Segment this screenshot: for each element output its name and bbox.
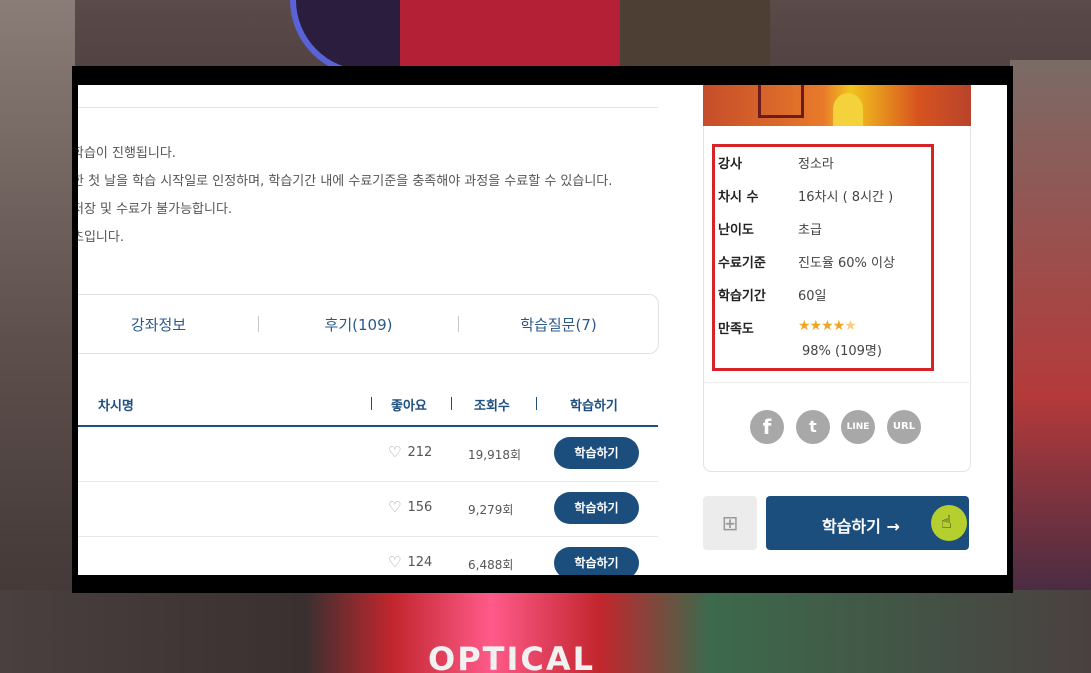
background-neon-sign xyxy=(1010,60,1091,620)
info-label: 만족도 xyxy=(718,322,754,337)
thumbnail-art xyxy=(833,93,863,126)
column-header-likes: 좋아요 xyxy=(391,399,427,414)
study-button[interactable]: 학습하기 xyxy=(554,547,639,575)
info-label: 차시 수 xyxy=(718,190,759,205)
course-thumbnail xyxy=(703,85,971,126)
column-divider xyxy=(451,397,452,410)
start-learning-button[interactable]: 학습하기 → ☝ xyxy=(766,496,969,550)
url-copy-icon[interactable]: URL xyxy=(887,410,921,444)
like-count[interactable]: ♡ 212 xyxy=(388,443,433,461)
notice-line: 츠입니다. xyxy=(78,230,124,245)
study-button[interactable]: 학습하기 xyxy=(554,492,639,524)
like-value: 124 xyxy=(407,555,433,570)
info-label: 난이도 xyxy=(718,223,754,238)
table-row: ♡ 124 6,488회 학습하기 xyxy=(78,537,658,575)
tab-questions[interactable]: 학습질문(7) xyxy=(459,314,658,335)
background-optical-sign: OPTICAL xyxy=(428,640,596,673)
info-value: 16차시 ( 8시간 ) xyxy=(798,190,894,205)
study-button[interactable]: 학습하기 xyxy=(554,437,639,469)
view-count: 6,488회 xyxy=(468,558,514,572)
tab-course-info[interactable]: 강좌정보 xyxy=(78,314,258,335)
column-divider xyxy=(371,397,372,410)
info-value: 진도율 60% 이상 xyxy=(798,256,895,271)
view-count: 9,279회 xyxy=(468,503,514,517)
view-count: 19,918회 xyxy=(468,448,522,462)
info-label: 수료기준 xyxy=(718,256,766,271)
background-wall xyxy=(0,0,75,673)
info-value: 초급 xyxy=(798,223,822,238)
mouse-cursor-highlight: ☝ xyxy=(931,505,967,541)
notice-line: 저장 및 수료가 불가능합니다. xyxy=(78,202,233,217)
info-label: 강사 xyxy=(718,157,742,172)
like-value: 156 xyxy=(407,500,433,515)
column-header-views: 조회수 xyxy=(474,399,510,414)
notice-line: 학습이 진행됩니다. xyxy=(78,146,176,161)
info-value: 60일 xyxy=(798,289,827,304)
divider xyxy=(704,382,969,383)
hand-cursor-icon: ☝ xyxy=(941,512,952,533)
heart-icon: ♡ xyxy=(388,443,402,461)
star-rating-icon: ★★★★★ xyxy=(798,318,857,334)
info-label: 학습기간 xyxy=(718,289,766,304)
start-learning-label: 학습하기 → xyxy=(822,517,900,536)
table-row: ♡ 212 19,918회 학습하기 xyxy=(78,427,658,482)
bookmark-add-button[interactable]: ⊞ xyxy=(703,496,757,550)
like-value: 212 xyxy=(407,445,433,460)
course-tabs: 강좌정보 후기(109) 학습질문(7) xyxy=(78,294,659,354)
divider xyxy=(78,107,658,108)
line-share-icon[interactable]: LINE xyxy=(841,410,875,444)
thumbnail-art xyxy=(758,85,804,118)
course-page: 학습이 진행됩니다. 한 첫 날을 학습 시작일로 인정하며, 학습기간 내에 … xyxy=(78,85,1007,575)
lesson-table-header: 차시명 좋아요 조회수 학습하기 xyxy=(78,385,658,427)
bookmark-plus-icon: ⊞ xyxy=(721,511,739,535)
facebook-share-icon[interactable]: f xyxy=(750,410,784,444)
background-building xyxy=(620,0,770,70)
info-value: 정소라 xyxy=(798,157,834,172)
heart-icon: ♡ xyxy=(388,498,402,516)
course-notice: 학습이 진행됩니다. 한 첫 날을 학습 시작일로 인정하며, 학습기간 내에 … xyxy=(78,140,612,252)
twitter-share-icon[interactable]: t xyxy=(796,410,830,444)
like-count[interactable]: ♡ 124 xyxy=(388,553,433,571)
notice-line: 한 첫 날을 학습 시작일로 인정하며, 학습기간 내에 수료기준을 충족해야 … xyxy=(78,174,613,189)
column-header-action: 학습하기 xyxy=(570,399,618,414)
column-header-name: 차시명 xyxy=(98,399,134,414)
table-row: ♡ 156 9,279회 학습하기 xyxy=(78,482,658,537)
column-divider xyxy=(536,397,537,410)
satisfaction-value: 98% (109명) xyxy=(802,344,882,359)
like-count[interactable]: ♡ 156 xyxy=(388,498,433,516)
tab-reviews[interactable]: 후기(109) xyxy=(259,314,458,335)
heart-icon: ♡ xyxy=(388,553,402,571)
background-neon-sign xyxy=(400,0,630,70)
